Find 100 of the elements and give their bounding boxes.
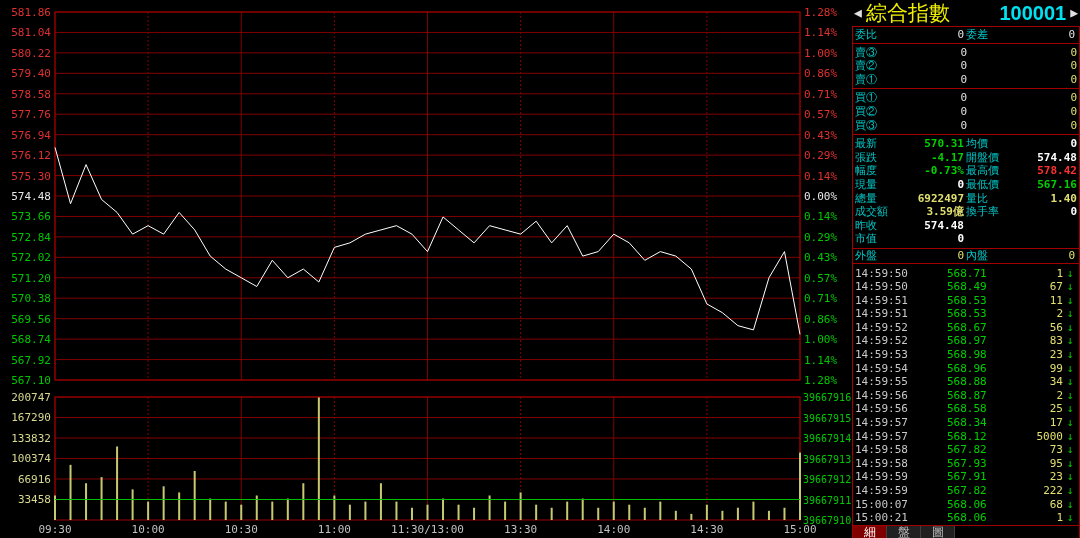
trade-time: 15:00:07 <box>855 497 909 512</box>
trade-price: 567.91 <box>947 470 988 484</box>
trade-price: 568.87 <box>947 388 988 403</box>
time-tick: 13:30 <box>504 523 538 536</box>
trade-direction: ↓ <box>1065 266 1075 281</box>
trade-volume: 99 <box>1049 361 1063 376</box>
trade-time: 14:59:56 <box>855 402 909 417</box>
volume-bar <box>85 483 88 520</box>
trade-price: 568.98 <box>947 348 988 362</box>
trade-time: 14:59:53 <box>855 348 909 362</box>
stat-value: 6922497 <box>917 191 965 205</box>
next-arrow[interactable]: ▶ <box>1070 6 1078 20</box>
volume-tick: 133832 <box>11 432 51 445</box>
time-tick: 11:30/13:00 <box>391 523 464 536</box>
volume-bar <box>721 510 724 520</box>
percent-tick: 1.14% <box>804 353 838 367</box>
price-tick: 579.40 <box>11 67 51 81</box>
percent-tick: 0.57% <box>804 271 838 285</box>
trade-time: 14:59:59 <box>855 470 909 484</box>
trade-time: 14:59:55 <box>855 375 909 389</box>
volume-bar <box>597 507 600 520</box>
trade-volume: 25 <box>1049 402 1063 417</box>
volume-bar <box>752 501 755 520</box>
trade-volume: 2 <box>1056 307 1063 321</box>
trade-time: 14:59:50 <box>855 280 909 294</box>
percent-tick: 0.86% <box>804 67 838 81</box>
trade-direction: ↓ <box>1065 429 1075 444</box>
stat-label: 換手率 <box>966 205 999 219</box>
price-tick: 581.04 <box>11 26 51 40</box>
trade-direction: ↓ <box>1065 416 1075 430</box>
stat-label: 張跌 <box>855 150 877 165</box>
percent-tick: 0.43% <box>804 251 838 265</box>
price-tick: 577.76 <box>11 108 51 122</box>
stat-value: 0 <box>1068 248 1076 263</box>
order-volume: 0 <box>1070 45 1077 60</box>
stat-value: 3.59億 <box>926 205 965 219</box>
price-tick: 567.92 <box>11 353 51 367</box>
volume-bar <box>379 483 382 520</box>
percent-tick: 1.14% <box>804 26 838 40</box>
stat-label: 最低價 <box>966 177 999 192</box>
volume-tick: 167290 <box>11 411 51 425</box>
price-tick: 570.38 <box>11 292 51 306</box>
stat-label: 昨收 <box>855 218 877 233</box>
percent-tick: 0.57% <box>804 108 838 122</box>
trade-volume: 34 <box>1049 375 1063 389</box>
order-volume: 0 <box>1070 118 1077 133</box>
volume-right-tick: 39667912 <box>803 474 852 485</box>
percent-tick: 0.14% <box>804 210 838 224</box>
trade-direction: ↓ <box>1065 443 1075 457</box>
time-tick: 10:30 <box>224 523 258 536</box>
trade-time: 14:59:50 <box>855 266 909 281</box>
volume-bar <box>131 489 134 520</box>
stat-label: 總量 <box>855 191 877 206</box>
volume-bar <box>209 498 212 520</box>
trade-volume: 222 <box>1043 484 1063 498</box>
volume-right-tick: 39667911 <box>803 494 852 506</box>
stat-value: 570.31 <box>924 137 965 151</box>
trade-price: 568.96 <box>947 361 988 376</box>
stat-value: -4.17 <box>930 150 965 165</box>
trade-price: 567.93 <box>947 456 988 471</box>
price-tick: 581.86 <box>11 6 51 19</box>
price-tick: 575.30 <box>11 169 51 183</box>
trade-time: 14:59:59 <box>855 484 909 498</box>
time-tick: 14:30 <box>690 523 724 536</box>
trade-time: 14:59:56 <box>855 388 909 403</box>
volume-bar <box>519 492 522 520</box>
price-tick: 567.10 <box>11 374 51 387</box>
volume-bar <box>783 507 786 520</box>
volume-bar <box>302 483 305 520</box>
price-tick: 568.74 <box>11 333 51 347</box>
previous-arrow[interactable]: ◀ <box>854 6 862 20</box>
time-tick: 10:00 <box>131 523 165 536</box>
stat-value: 578.42 <box>1037 164 1077 178</box>
percent-tick: 0.71% <box>804 87 838 101</box>
percent-tick: 0.71% <box>804 292 838 306</box>
percent-tick: 1.00% <box>804 46 838 60</box>
trade-price: 568.71 <box>947 266 988 281</box>
volume-bar <box>457 504 460 520</box>
volume-bar <box>395 501 398 520</box>
trade-direction: ↓ <box>1065 402 1075 417</box>
trade-price: 568.53 <box>947 293 988 308</box>
volume-bar <box>147 501 150 520</box>
volume-bar <box>240 504 243 520</box>
trade-time: 14:59:54 <box>855 361 909 376</box>
trade-price: 568.88 <box>947 375 988 389</box>
trade-direction: ↓ <box>1065 484 1075 498</box>
stat-value: 567.16 <box>1037 177 1077 192</box>
price-tick: 572.84 <box>11 230 51 244</box>
volume-bar <box>535 504 538 520</box>
volume-bar <box>488 495 491 520</box>
trade-time: 14:59:57 <box>855 429 909 444</box>
trade-volume: 23 <box>1049 348 1063 362</box>
volume-right-tick: 39667915 <box>803 412 852 424</box>
percent-tick: 1.28% <box>804 6 838 19</box>
volume-bar <box>690 513 693 520</box>
trade-time: 15:00:21 <box>855 511 909 525</box>
stat-value: 574.48 <box>924 218 965 233</box>
stat-label: 幅度 <box>855 164 877 178</box>
stat-label: 成交額 <box>855 205 888 219</box>
trade-price: 568.12 <box>947 429 988 444</box>
